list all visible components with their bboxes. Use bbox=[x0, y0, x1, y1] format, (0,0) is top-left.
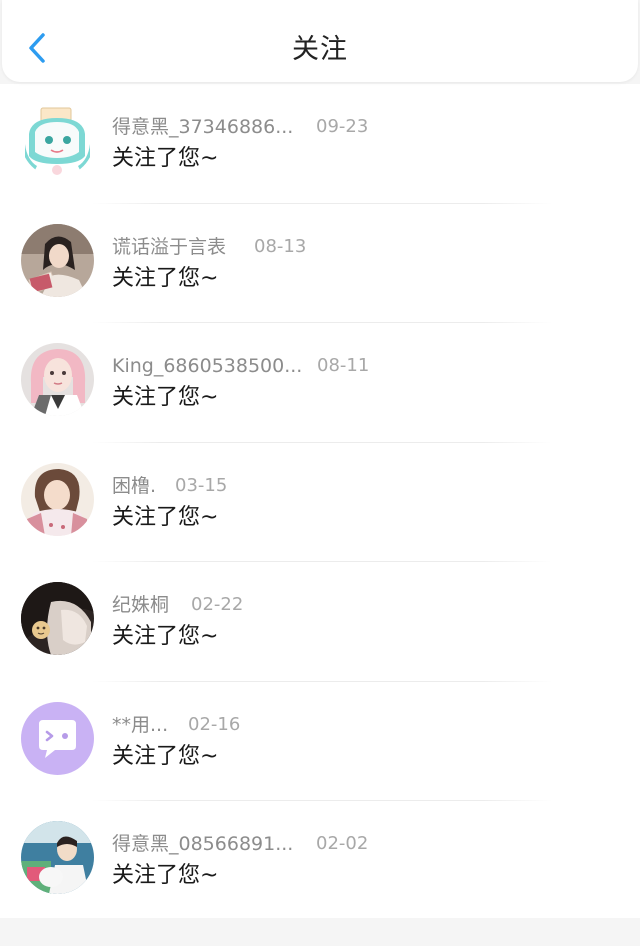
chat-bubble-icon bbox=[21, 701, 94, 775]
follow-date: 08-13 bbox=[254, 235, 307, 257]
follow-date: 02-22 bbox=[191, 594, 244, 615]
list-item[interactable]: 得意黑_08566891... 02-02 关注了您~ bbox=[0, 801, 640, 921]
avatar[interactable] bbox=[21, 104, 94, 177]
username[interactable]: 得意黑_08566891... bbox=[112, 831, 293, 857]
username[interactable]: 谎话溢于言表 bbox=[112, 234, 226, 260]
follower-list: 得意黑_37346886... 09-23 关注了您~ 谎话溢于言表 08-13… bbox=[0, 84, 640, 918]
username[interactable]: 纪姝桐 bbox=[112, 592, 169, 618]
username[interactable]: **用... bbox=[112, 712, 168, 738]
list-item[interactable]: 得意黑_37346886... 09-23 关注了您~ bbox=[0, 84, 640, 204]
page-title: 关注 bbox=[292, 34, 348, 65]
item-meta: 得意黑_08566891... 02-02 bbox=[112, 831, 368, 857]
avatar[interactable] bbox=[21, 343, 94, 416]
item-meta: 困橹. 03-15 bbox=[112, 473, 227, 499]
follow-date: 08-11 bbox=[317, 355, 370, 376]
item-meta: 纪姝桐 02-22 bbox=[112, 592, 243, 618]
follow-message: 关注了您~ bbox=[112, 265, 219, 291]
item-meta: **用... 02-16 bbox=[112, 712, 240, 738]
item-meta: 得意黑_37346886... 09-23 bbox=[112, 114, 368, 140]
username[interactable]: King_6860538500... bbox=[112, 353, 302, 379]
follow-date: 03-15 bbox=[175, 474, 228, 496]
item-meta: 谎话溢于言表 08-13 bbox=[112, 234, 306, 260]
avatar[interactable] bbox=[21, 821, 94, 894]
follow-message: 关注了您~ bbox=[112, 743, 219, 769]
avatar[interactable] bbox=[21, 462, 94, 536]
top-bar: 关注 bbox=[2, 0, 638, 82]
list-item[interactable]: King_6860538500... 08-11 关注了您~ bbox=[0, 323, 640, 443]
follow-message: 关注了您~ bbox=[112, 385, 219, 410]
list-item[interactable]: **用... 02-16 关注了您~ bbox=[0, 682, 640, 801]
list-item[interactable]: 谎话溢于言表 08-13 关注了您~ bbox=[0, 204, 640, 323]
follow-message: 关注了您~ bbox=[112, 504, 219, 530]
follow-date: 02-02 bbox=[316, 833, 369, 854]
list-item[interactable]: 困橹. 03-15 关注了您~ bbox=[0, 443, 640, 562]
follow-message: 关注了您~ bbox=[112, 863, 219, 888]
avatar[interactable] bbox=[21, 582, 94, 655]
avatar[interactable] bbox=[21, 701, 94, 775]
follow-date: 02-16 bbox=[188, 713, 241, 735]
username[interactable]: 得意黑_37346886... bbox=[112, 114, 293, 140]
follow-date: 09-23 bbox=[316, 116, 369, 137]
follow-message: 关注了您~ bbox=[112, 624, 219, 649]
username[interactable]: 困橹. bbox=[112, 473, 156, 499]
list-item[interactable]: 纪姝桐 02-22 关注了您~ bbox=[0, 562, 640, 682]
item-meta: King_6860538500... 08-11 bbox=[112, 353, 369, 379]
avatar[interactable] bbox=[21, 223, 94, 297]
follow-message: 关注了您~ bbox=[112, 146, 219, 171]
